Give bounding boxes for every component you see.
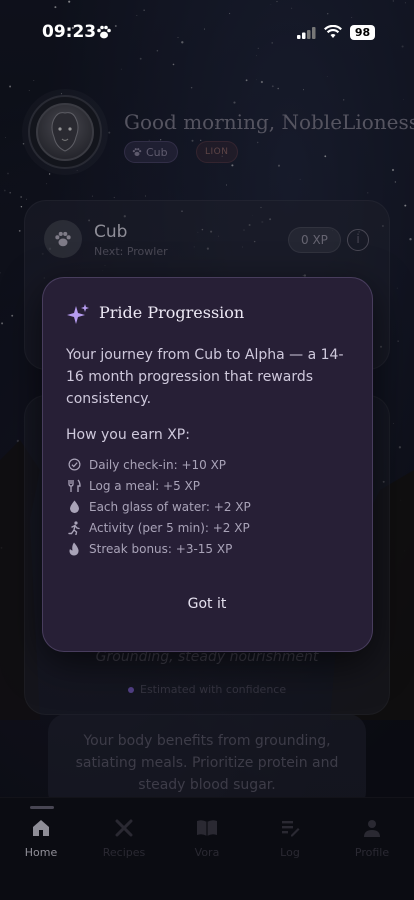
dialog-title: Pride Progression xyxy=(99,303,245,322)
earn-item-label: Activity (per 5 min): +2 XP xyxy=(89,521,250,536)
dialog-description: Your journey from Cub to Alpha — a 14-16… xyxy=(66,347,344,407)
flame-icon xyxy=(66,541,82,557)
signal-icon xyxy=(297,27,316,39)
fork-knife-icon xyxy=(66,478,82,494)
list-item: Streak bonus: +3-15 XP xyxy=(66,539,356,560)
status-time: 09:23 xyxy=(42,22,97,42)
earn-item-label: Daily check-in: +10 XP xyxy=(89,457,227,472)
got-it-button[interactable]: Got it xyxy=(150,590,264,618)
sparkles-icon xyxy=(67,304,89,324)
runner-icon xyxy=(66,520,82,536)
wifi-icon xyxy=(324,25,342,38)
paw-icon xyxy=(97,25,111,39)
status-bar: 09:23 98 xyxy=(0,0,414,56)
earn-item-label: Streak bonus: +3-15 XP xyxy=(89,542,233,557)
water-drop-icon xyxy=(66,499,82,515)
battery-indicator: 98 xyxy=(350,25,375,40)
earn-item-label: Log a meal: +5 XP xyxy=(89,478,200,493)
list-item: Each glass of water: +2 XP xyxy=(66,496,356,517)
list-item: Daily check-in: +10 XP xyxy=(66,454,356,475)
earn-heading: How you earn XP: xyxy=(66,427,190,443)
list-item: Activity (per 5 min): +2 XP xyxy=(66,518,356,539)
list-item: Log a meal: +5 XP xyxy=(66,475,356,496)
earn-item-label: Each glass of water: +2 XP xyxy=(89,499,251,514)
check-circle-icon xyxy=(66,457,82,473)
xp-earn-list: Daily check-in: +10 XP Log a meal: +5 XP… xyxy=(66,454,356,560)
